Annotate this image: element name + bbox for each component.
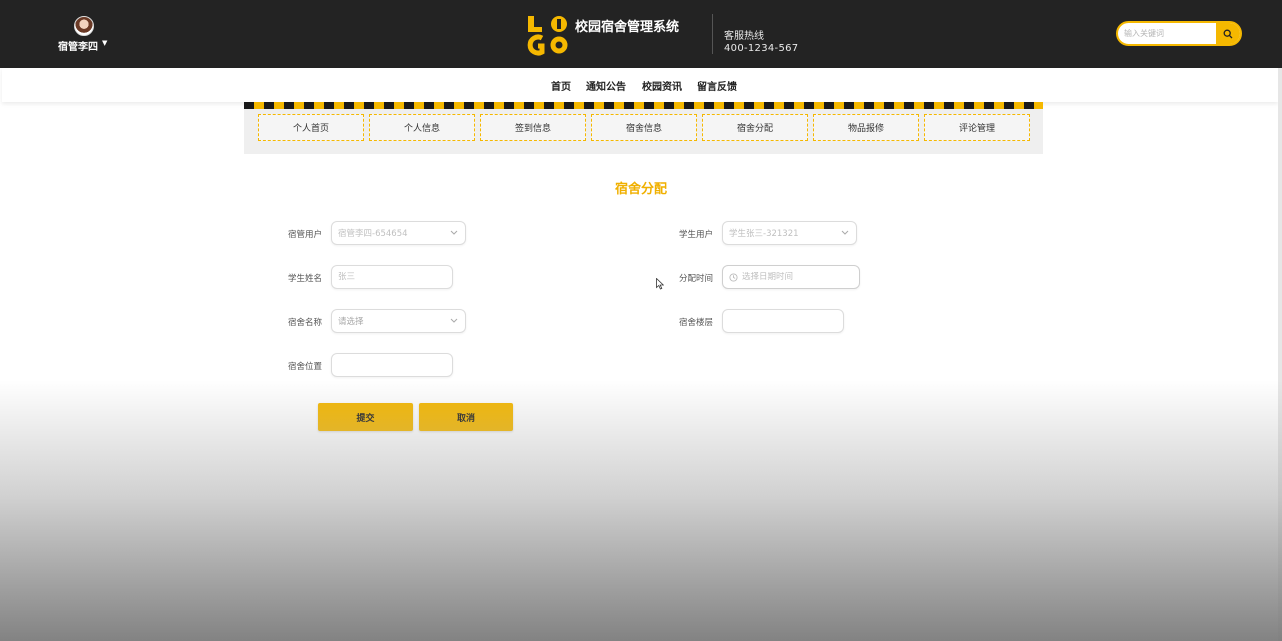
assign-time-input[interactable] (742, 272, 859, 282)
tab-comments[interactable]: 评论管理 (924, 114, 1030, 141)
nav-item-notices[interactable]: 通知公告 (586, 78, 626, 93)
dorm-location-input[interactable] (338, 360, 452, 370)
chevron-down-icon[interactable]: ▼ (102, 39, 107, 47)
scrollbar[interactable] (1278, 68, 1282, 641)
logo (527, 16, 568, 56)
chevron-down-icon (450, 230, 458, 235)
student-user-label: 学生用户 (679, 230, 714, 240)
dorm-name-placeholder: 请选择 (338, 317, 364, 327)
manager-user-label: 宿管用户 (288, 230, 323, 240)
chevron-down-icon (841, 230, 849, 235)
dorm-floor-field[interactable] (722, 309, 844, 333)
bottom-fade-overlay (0, 380, 1282, 641)
dorm-location-label: 宿舍位置 (288, 362, 323, 372)
student-user-value: 学生张三-321321 (729, 229, 799, 239)
assign-time-picker[interactable] (722, 265, 860, 289)
student-name-input[interactable] (338, 272, 452, 282)
dorm-floor-input[interactable] (729, 316, 843, 326)
tab-personal-home[interactable]: 个人首页 (258, 114, 364, 141)
nav-item-home[interactable]: 首页 (551, 78, 571, 93)
top-header: 宿管李四 ▼ 校园宿舍管理系统 客服热线 400-1234-567 (0, 0, 1282, 68)
username[interactable]: 宿管李四 (58, 38, 98, 53)
search-button[interactable] (1216, 23, 1240, 44)
submit-button[interactable]: 提交 (318, 403, 413, 431)
student-name-field[interactable] (331, 265, 453, 289)
tab-dorm-info[interactable]: 宿舍信息 (591, 114, 697, 141)
tab-personal-info[interactable]: 个人信息 (369, 114, 475, 141)
decorative-stripe (244, 102, 1043, 109)
chevron-down-icon (450, 318, 458, 323)
dorm-name-label: 宿舍名称 (288, 318, 323, 328)
hotline-label: 客服热线 (724, 31, 764, 42)
search-icon (1223, 29, 1233, 38)
hotline-number: 400-1234-567 (724, 43, 799, 54)
assign-time-label: 分配时间 (679, 274, 714, 284)
dorm-floor-label: 宿舍楼层 (679, 318, 714, 328)
main-nav: 首页 通知公告 校园资讯 留言反馈 (2, 68, 1278, 102)
tab-checkin-info[interactable]: 签到信息 (480, 114, 586, 141)
student-name-label: 学生姓名 (288, 274, 323, 284)
tab-repair[interactable]: 物品报修 (813, 114, 919, 141)
cancel-button[interactable]: 取消 (419, 403, 513, 431)
site-title: 校园宿舍管理系统 (575, 20, 680, 35)
dorm-location-field[interactable] (331, 353, 453, 377)
user-menu[interactable]: 宿管李四 ▼ (58, 16, 114, 56)
form-title: 宿舍分配 (614, 182, 667, 197)
tab-dorm-assignment[interactable]: 宿舍分配 (702, 114, 808, 141)
nav-item-feedback[interactable]: 留言反馈 (697, 78, 737, 93)
manager-user-select[interactable]: 宿管李四-654654 (331, 221, 466, 245)
search-box (1116, 21, 1242, 46)
avatar[interactable] (74, 16, 94, 36)
header-divider (712, 14, 713, 54)
mouse-cursor-icon (656, 278, 664, 290)
manager-user-value: 宿管李四-654654 (338, 229, 408, 239)
nav-item-campus-news[interactable]: 校园资讯 (642, 78, 682, 93)
student-user-select[interactable]: 学生张三-321321 (722, 221, 857, 245)
clock-icon (729, 272, 738, 282)
center-tabs: 个人首页 个人信息 签到信息 宿舍信息 宿舍分配 物品报修 评论管理 (244, 102, 1043, 154)
search-input[interactable] (1124, 25, 1216, 42)
dorm-name-select[interactable]: 请选择 (331, 309, 466, 333)
